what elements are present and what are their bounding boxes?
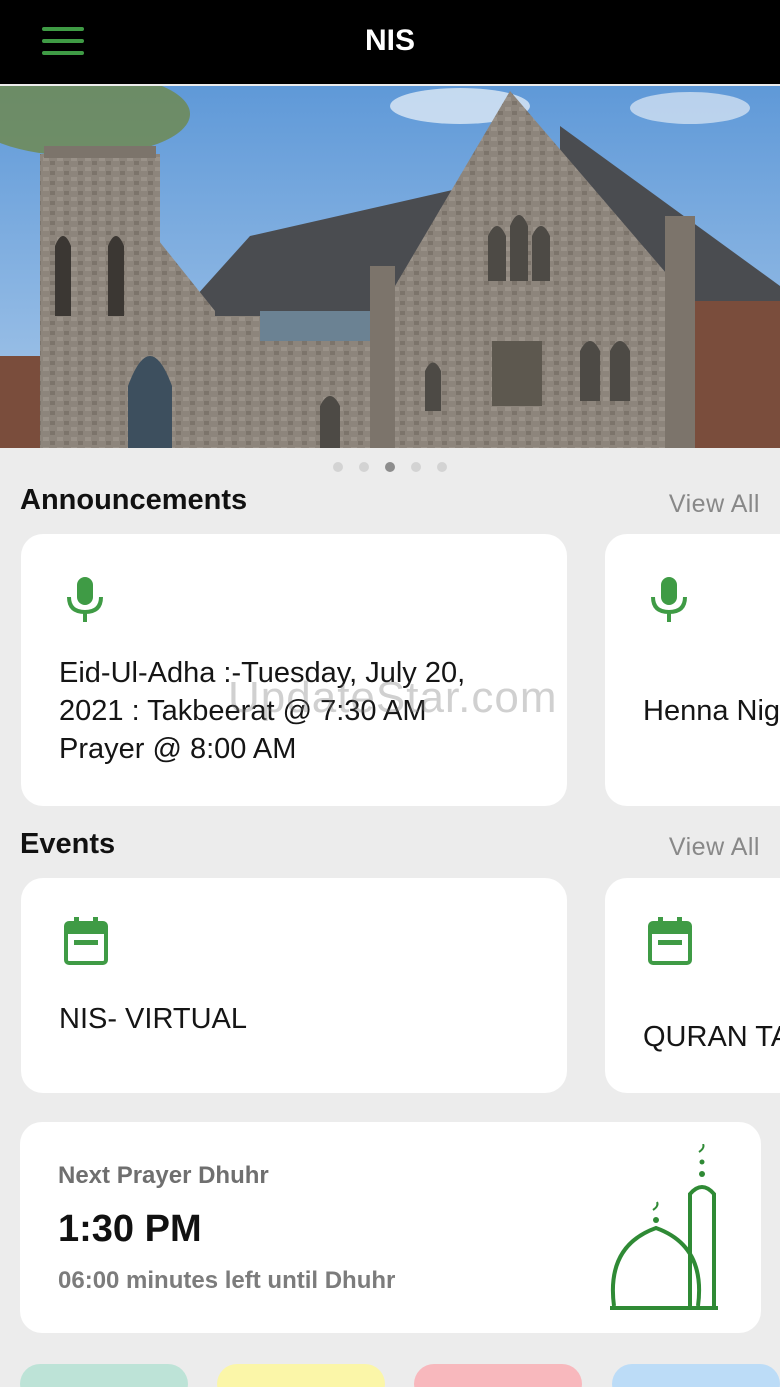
carousel-pager: [0, 459, 780, 472]
announcement-card[interactable]: Henna Nig 19,2021 @: [605, 534, 780, 806]
next-prayer-time: 1:30 PM: [58, 1208, 202, 1250]
announcements-title: Announcements: [20, 484, 248, 516]
pager-dot-1[interactable]: [333, 462, 343, 472]
event-text: NIS- VIRTUAL: [59, 1003, 248, 1035]
quick-action-tile-3[interactable]: [414, 1364, 582, 1387]
microphone-icon: [67, 577, 103, 622]
watermark-text: UpdateStar.com: [228, 673, 558, 722]
event-card[interactable]: NIS- VIRTUAL: [21, 878, 567, 1093]
top-app-bar: NIS: [0, 0, 780, 84]
microphone-icon: [651, 577, 687, 622]
app-title: NIS: [364, 24, 415, 57]
event-card[interactable]: QURAN TA: [605, 878, 780, 1093]
quick-action-tile-1[interactable]: [20, 1364, 188, 1387]
mosque-icon: [610, 1144, 718, 1310]
pager-dot-3-active[interactable]: [385, 462, 395, 472]
announcements-view-all-link[interactable]: View All: [669, 490, 760, 519]
time-remaining-text: 06:00 minutes left until Dhuhr: [58, 1267, 396, 1294]
calendar-icon: [64, 917, 108, 965]
events-view-all-link[interactable]: View All: [669, 833, 760, 862]
carousel-image[interactable]: [0, 86, 780, 448]
quick-action-tile-4[interactable]: [612, 1364, 780, 1387]
quick-action-tile-2[interactable]: [217, 1364, 385, 1387]
pager-dot-2[interactable]: [359, 462, 369, 472]
pager-dot-5[interactable]: [437, 462, 447, 472]
pager-dot-4[interactable]: [411, 462, 421, 472]
next-prayer-card[interactable]: Next Prayer Dhuhr 1:30 PM 06:00 minutes …: [20, 1122, 761, 1333]
announcement-text: Henna Nig 19,2021 @: [643, 695, 780, 727]
quick-action-tiles: [0, 1364, 780, 1387]
calendar-icon: [648, 917, 692, 965]
announcement-card[interactable]: Eid-Ul-Adha :-Tuesday, July 20, 2021 : T…: [21, 534, 567, 806]
event-text: QURAN TA: [643, 1021, 780, 1053]
events-title: Events: [20, 828, 116, 860]
next-prayer-label: Next Prayer Dhuhr: [58, 1162, 269, 1189]
